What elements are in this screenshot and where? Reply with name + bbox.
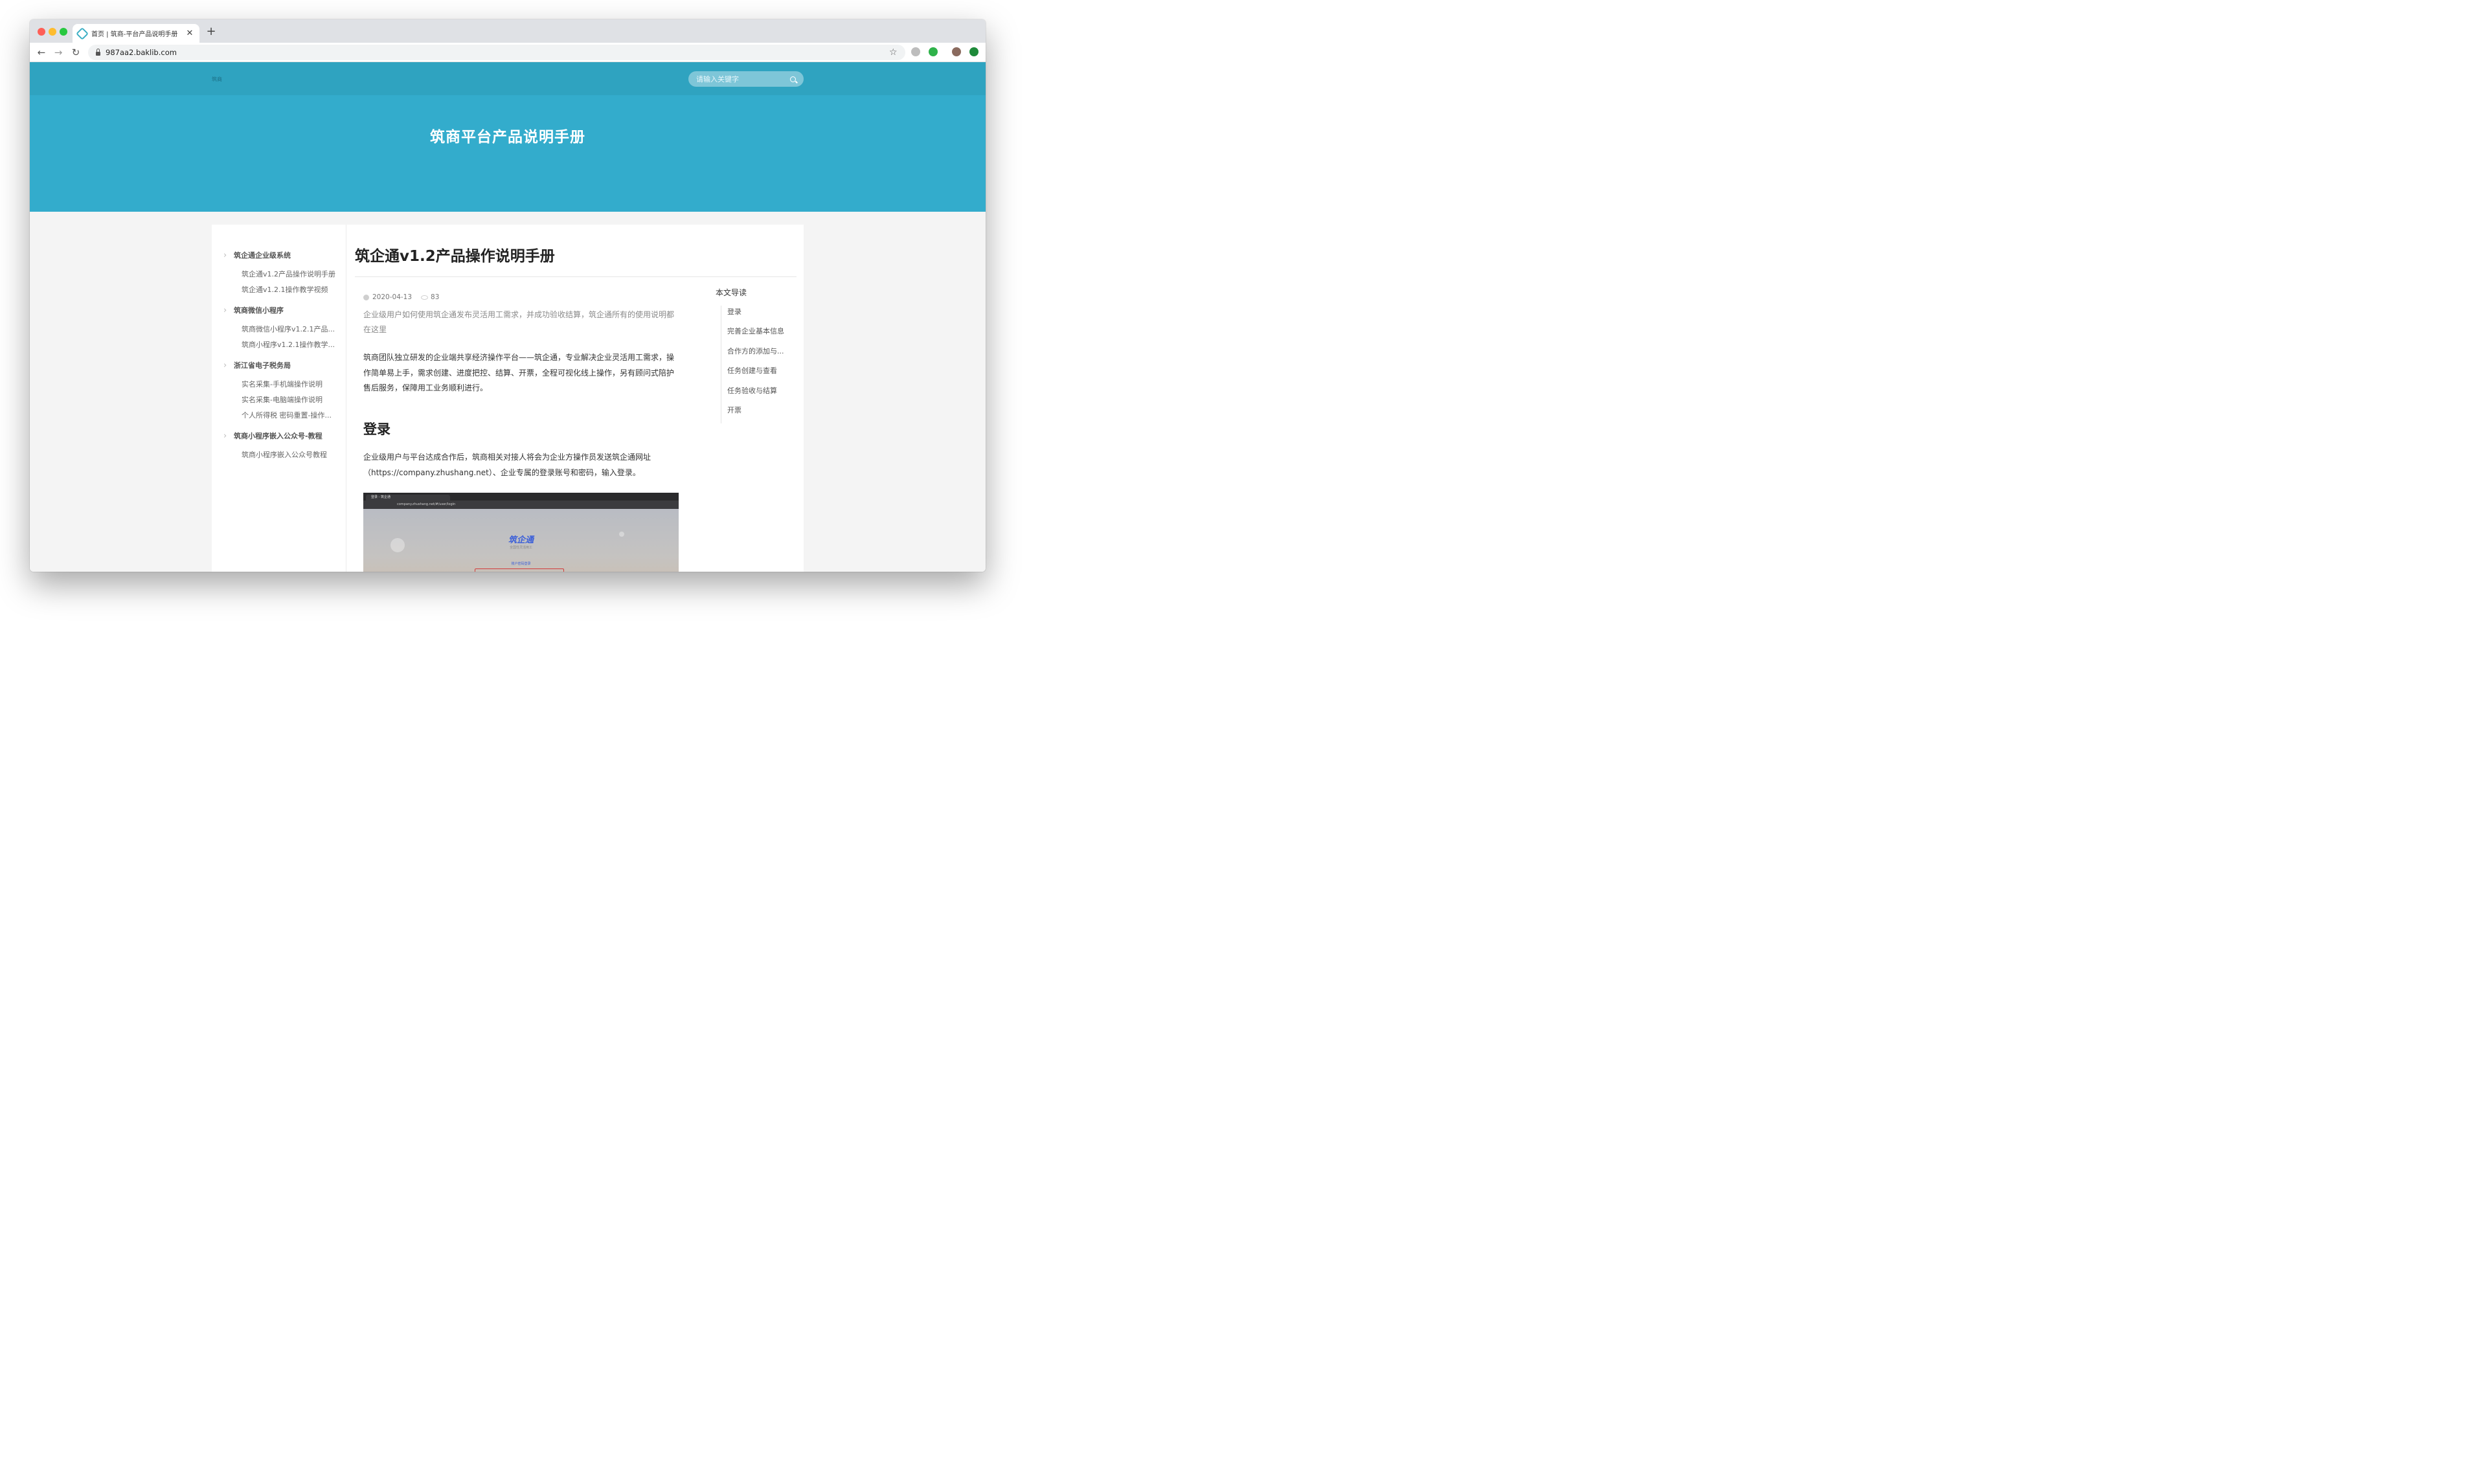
site-favicon-icon: [76, 27, 89, 40]
screenshot-login-link: 账户密码登录: [511, 562, 531, 566]
toc-title: 本文导读: [716, 288, 747, 297]
screenshot-highlight-box: [475, 568, 564, 572]
table-of-contents: 本文导读 登录 完善企业基本信息 合作方的添加与... 任务创建与查看 任务验收…: [716, 287, 800, 424]
reload-button[interactable]: ↻: [69, 46, 82, 59]
section-heading-login: 登录: [363, 422, 390, 437]
sidebar-group-embed[interactable]: 筑商小程序嵌入公众号-教程: [212, 429, 346, 449]
browser-window: 首页 | 筑商-平台产品说明手册 ✕ + ← → ↻ 987aa2.baklib…: [30, 19, 986, 572]
search-box[interactable]: [688, 71, 804, 87]
tab-title: 首页 | 筑商-平台产品说明手册: [91, 31, 178, 38]
new-tab-button[interactable]: +: [205, 25, 218, 38]
toc-list: 登录 完善企业基本信息 合作方的添加与... 任务创建与查看 任务验收与结算 开…: [721, 306, 800, 424]
sidebar-item[interactable]: 个人所得税 密码重置-操作...: [212, 409, 345, 425]
article-views: 83: [431, 293, 440, 301]
screenshot-subtitle: 全国性灵活用工: [509, 546, 532, 550]
browser-toolbar: ← → ↻ 987aa2.baklib.com ☆: [30, 43, 986, 62]
screenshot-url: company.zhushang.net/#/user/login: [397, 502, 456, 506]
sidebar-item[interactable]: 筑企通v1.2.1操作教学视频: [212, 284, 345, 299]
divider: [355, 276, 797, 277]
login-screenshot-image[interactable]: 登录 - 筑企通 company.zhushang.net/#/user/log…: [363, 493, 679, 572]
content-card: 筑企通企业级系统 筑企通v1.2产品操作说明手册 筑企通v1.2.1操作教学视频…: [212, 225, 804, 572]
address-bar[interactable]: 987aa2.baklib.com: [88, 45, 905, 60]
close-window-button[interactable]: [38, 28, 45, 36]
article-meta: 2020-04-13 83: [363, 293, 439, 301]
minimize-window-button[interactable]: [49, 28, 56, 36]
profile-avatar[interactable]: [952, 47, 961, 56]
sidebar-item[interactable]: 实名采集-电脑端操作说明: [212, 394, 345, 409]
toc-item[interactable]: 开票: [727, 404, 792, 423]
article-intro: 筑商团队独立研发的企业端共享经济操作平台——筑企通，专业解决企业灵活用工需求，操…: [363, 353, 675, 392]
article-summary: 企业级用户如何使用筑企通发布灵活用工需求，并成功验收结算，筑企通所有的使用说明都…: [363, 310, 675, 334]
hero-title: 筑商平台产品说明手册: [430, 129, 585, 146]
address-url: 987aa2.baklib.com: [106, 48, 177, 57]
search-icon[interactable]: [790, 76, 796, 82]
sidebar-nav: 筑企通企业级系统 筑企通v1.2产品操作说明手册 筑企通v1.2.1操作教学视频…: [212, 225, 346, 572]
back-button[interactable]: ←: [35, 46, 48, 59]
toc-item[interactable]: 合作方的添加与...: [727, 345, 792, 365]
extension-green-icon[interactable]: [929, 47, 938, 56]
sidebar-item[interactable]: 筑商小程序嵌入公众号教程: [212, 449, 345, 464]
screenshot-brand: 筑企通: [508, 535, 534, 545]
sidebar-group-miniprogram[interactable]: 筑商微信小程序: [212, 304, 346, 323]
sidebar-group-qiyetong[interactable]: 筑企通企业级系统: [212, 249, 346, 268]
page-viewport: 筑商 筑商平台产品说明手册 筑企通企业级系统 筑企通v1.2产品操作说明手册 筑…: [30, 62, 986, 572]
extension-update-icon[interactable]: [969, 47, 978, 56]
sidebar-item[interactable]: 筑商小程序v1.2.1操作教学...: [212, 339, 345, 354]
toc-item[interactable]: 任务创建与查看: [727, 365, 792, 384]
screenshot-tab: 登录 - 筑企通: [366, 495, 450, 500]
sidebar-item[interactable]: 筑企通v1.2产品操作说明手册: [212, 268, 345, 284]
hero-banner: 筑商 筑商平台产品说明手册: [30, 62, 986, 212]
toc-item[interactable]: 登录: [727, 306, 792, 325]
sidebar-item[interactable]: 实名采集-手机端操作说明: [212, 378, 345, 394]
toc-item[interactable]: 任务验收与结算: [727, 385, 792, 404]
sidebar-group-tax[interactable]: 浙江省电子税务局: [212, 359, 346, 378]
site-header: 筑商: [30, 62, 986, 95]
eye-icon: [421, 295, 429, 300]
clock-icon: [363, 294, 369, 300]
browser-tab-active[interactable]: 首页 | 筑商-平台产品说明手册 ✕: [73, 24, 199, 43]
article-title: 筑企通v1.2产品操作说明手册: [355, 248, 555, 265]
maximize-window-button[interactable]: [60, 28, 67, 36]
section-text: 企业级用户与平台达成合作后，筑商相关对接人将会为企业方操作员发送筑企通网址（ht…: [363, 453, 651, 477]
article-date: 2020-04-13: [372, 293, 413, 301]
site-logo[interactable]: 筑商: [212, 76, 222, 83]
forward-button[interactable]: →: [52, 46, 65, 59]
sidebar-item[interactable]: 筑商微信小程序v1.2.1产品...: [212, 323, 345, 339]
bookmark-star-icon[interactable]: ☆: [889, 47, 898, 58]
search-input[interactable]: [696, 74, 790, 84]
tab-strip: 首页 | 筑商-平台产品说明手册 ✕ +: [30, 19, 986, 43]
toc-item[interactable]: 完善企业基本信息: [727, 325, 792, 344]
tab-close-icon[interactable]: ✕: [185, 28, 194, 38]
extension-globe-icon[interactable]: [911, 47, 920, 56]
lock-icon: [96, 49, 100, 56]
